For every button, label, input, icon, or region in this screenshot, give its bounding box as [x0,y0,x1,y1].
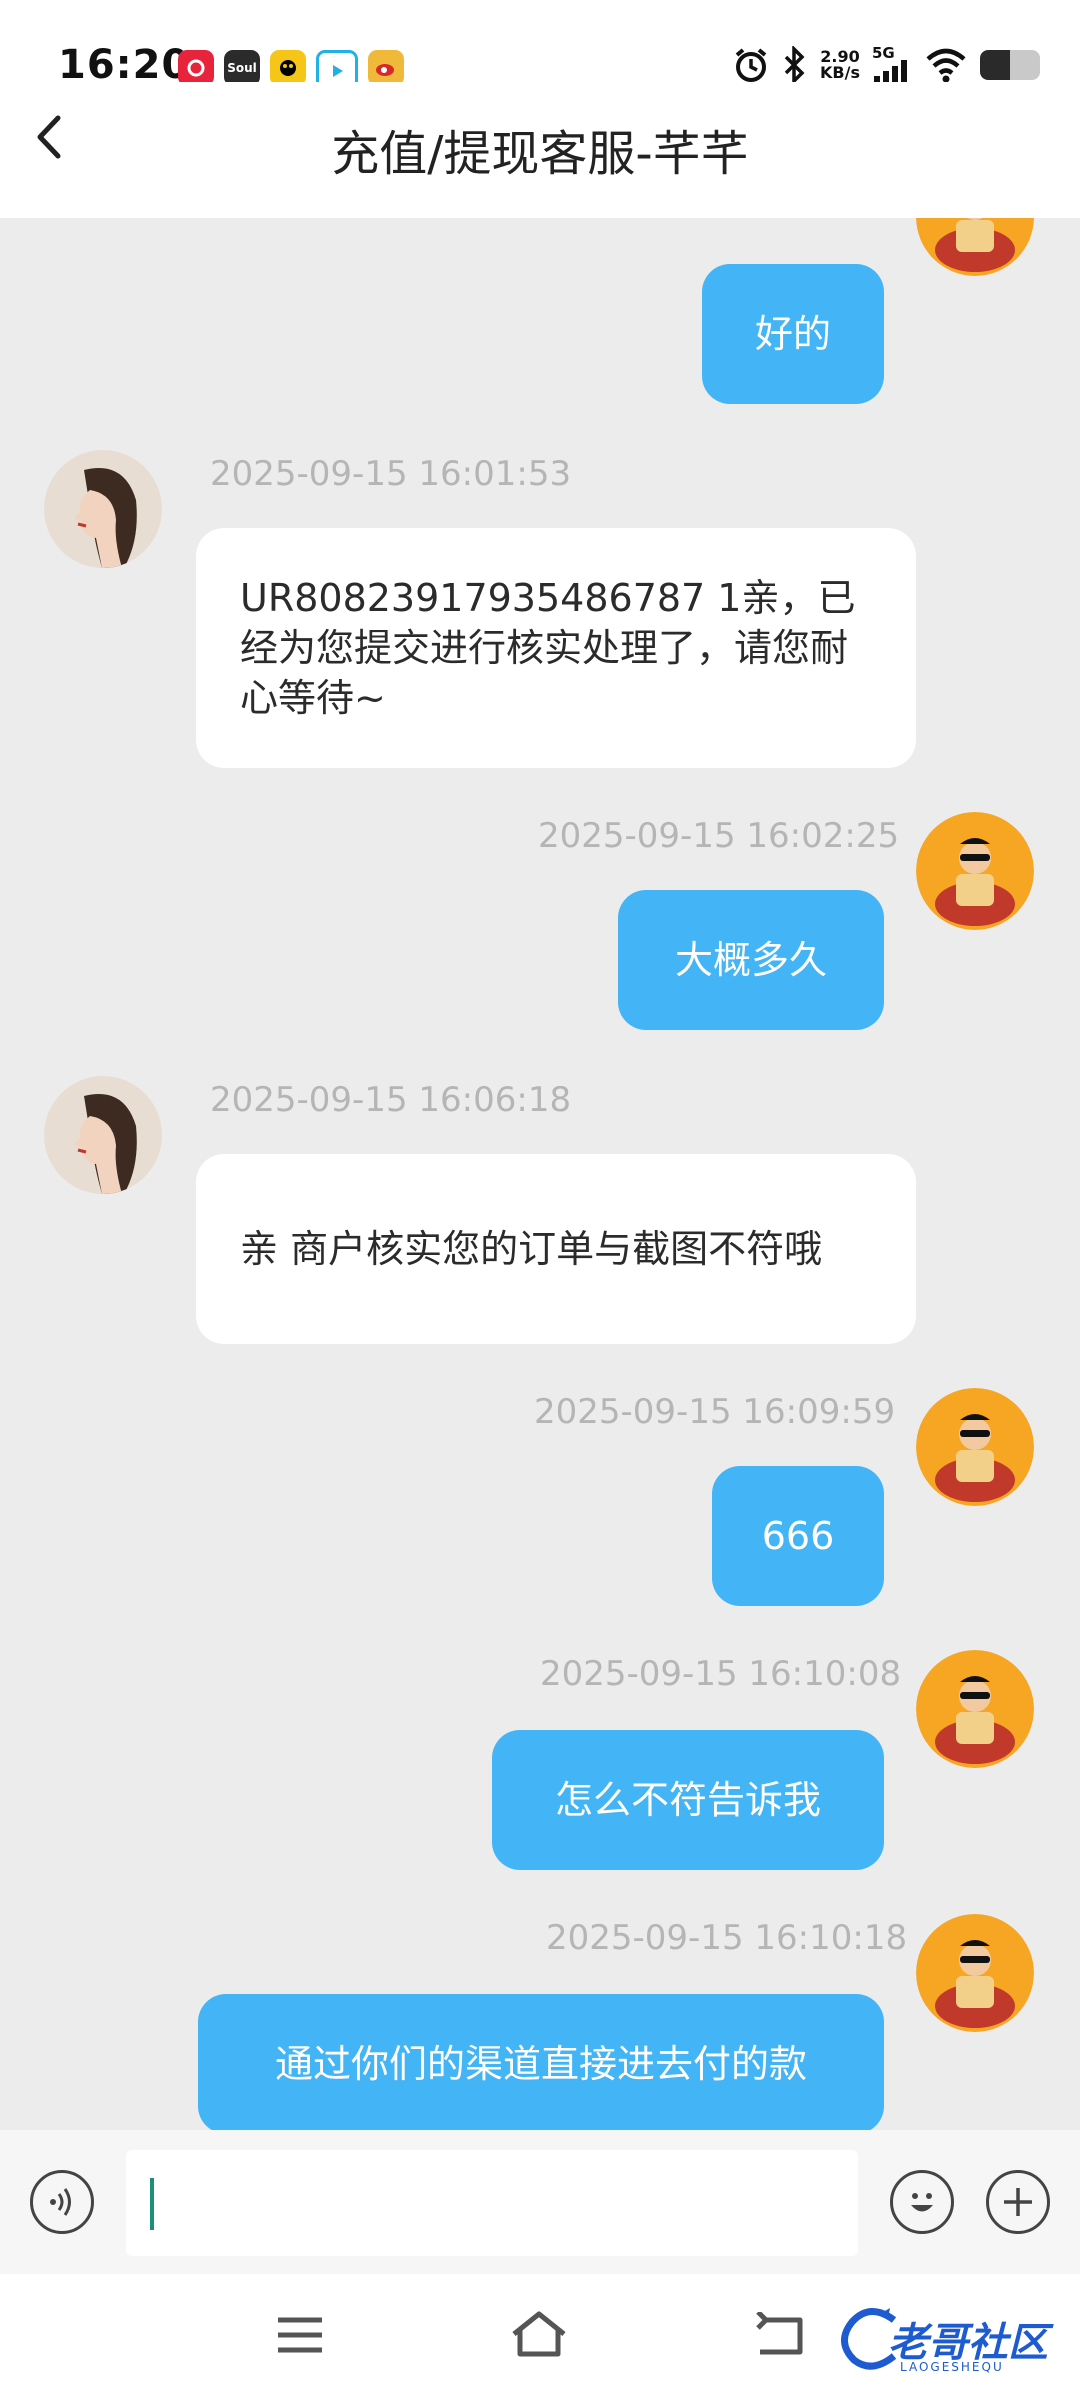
message-bubble-out[interactable]: 666 [712,1466,884,1606]
self-avatar[interactable] [916,218,1034,276]
message-list[interactable]: 好的 2025-09-15 16:01:53 UR808239179354867… [0,218,1080,2130]
emoji-button[interactable] [890,2170,954,2234]
wifi-icon [926,48,966,83]
cellular-signal: 5G [872,46,912,84]
chat-header: 充值/提现客服-芊芊 [0,82,1080,192]
message-bubble-out[interactable]: 怎么不符告诉我 [492,1730,884,1870]
self-avatar[interactable] [916,1388,1034,1506]
message-timestamp: 2025-09-15 16:06:18 [210,1080,572,1120]
agent-avatar[interactable] [44,450,162,568]
network-speed: 2.90 KB/s [820,49,860,81]
message-timestamp: 2025-09-15 16:01:53 [210,454,572,494]
message-bubble-out[interactable]: 大概多久 [618,890,884,1030]
battery-icon [980,50,1040,80]
home-icon[interactable] [508,2308,570,2360]
soul-icon: Soul [224,50,260,86]
agent-avatar-image [44,1076,162,1194]
message-timestamp: 2025-09-15 16:10:08 [540,1654,902,1694]
network-type: 5G [872,44,895,62]
back-nav-icon[interactable] [752,2312,806,2358]
weibo-icon [368,50,404,86]
self-avatar[interactable] [916,1650,1034,1768]
message-timestamp: 2025-09-15 16:09:59 [534,1392,896,1432]
add-button[interactable] [986,2170,1050,2234]
system-nav-bar: 老哥社区 LAOGESHEQU [0,2274,1080,2400]
page-title: 充值/提现客服-芊芊 [331,126,749,182]
watermark-subtext: LAOGESHEQU [900,2360,1004,2374]
message-bubble-out[interactable]: 通过你们的渠道直接进去付的款 [198,1994,884,2130]
agent-avatar[interactable] [44,1076,162,1194]
menu-icon[interactable] [274,2314,326,2356]
emoji-icon [911,2193,933,2212]
signal-bars-icon [874,60,907,84]
self-avatar-image [916,1650,1034,1768]
status-indicators: 2.90 KB/s 5G [732,46,1040,84]
self-avatar-image [916,812,1034,930]
message-input[interactable] [126,2150,858,2256]
text-caret [150,2178,154,2230]
watermark-logo: 老哥社区 LAOGESHEQU [840,2302,1070,2382]
self-avatar[interactable] [916,812,1034,930]
self-avatar-image [916,1914,1034,2032]
message-bubble-in[interactable]: 亲 商户核实您的订单与截图不符哦 [196,1154,916,1344]
self-avatar-image [916,218,1034,276]
message-bubble-out[interactable]: 好的 [702,264,884,404]
alarm-icon [735,48,767,82]
bluetooth-icon [784,46,805,84]
plus-icon [1004,2188,1032,2216]
battery-fill [980,50,1010,80]
netease-music-icon [178,50,214,86]
network-speed-unit: KB/s [820,63,860,82]
message-input-bar [0,2130,1080,2274]
voice-button[interactable] [30,2170,94,2234]
self-avatar-image [916,1388,1034,1506]
message-timestamp: 2025-09-15 16:02:25 [538,816,900,856]
agent-avatar-image [44,450,162,568]
message-bubble-in[interactable]: UR80823917935486787 1亲，已经为您提交进行核实处理了，请您耐… [196,528,916,768]
self-avatar[interactable] [916,1914,1034,2032]
yellow-app-icon [270,50,306,86]
message-timestamp: 2025-09-15 16:10:18 [546,1918,908,1958]
voice-icon [50,2188,71,2216]
